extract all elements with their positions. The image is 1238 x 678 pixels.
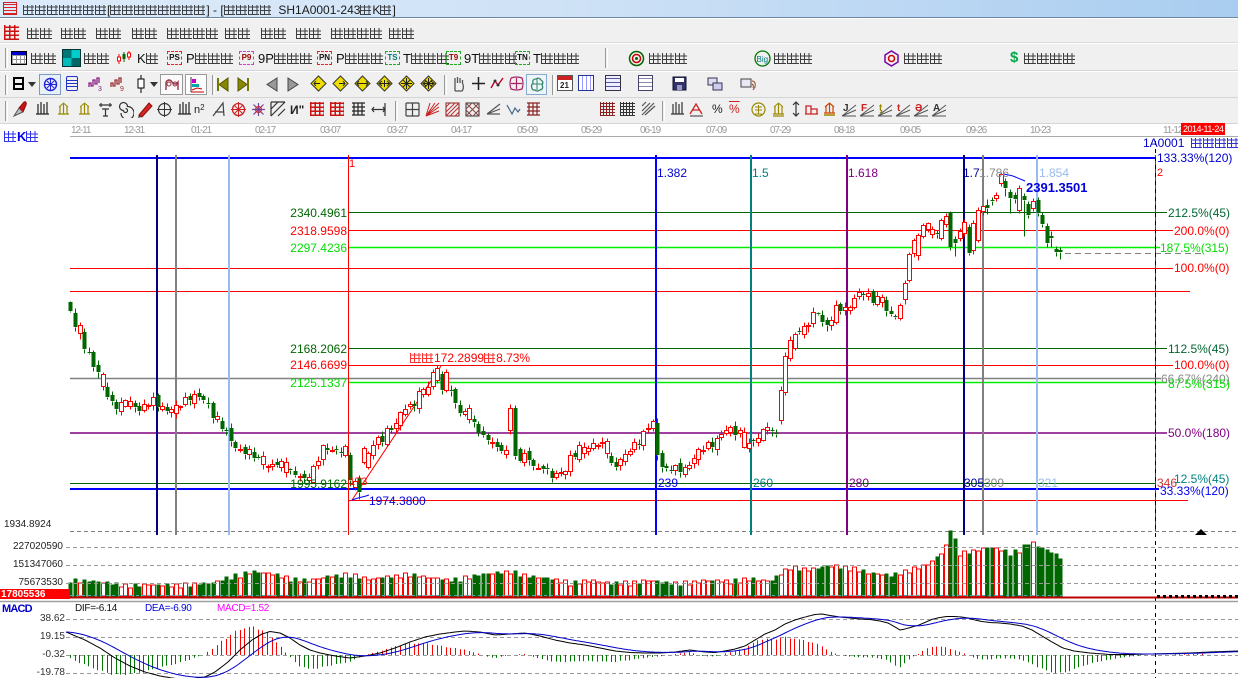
- svg-text:9: 9: [120, 86, 124, 92]
- svg-text:3: 3: [98, 86, 102, 92]
- svg-text:J: J: [843, 103, 849, 114]
- svg-text:F: F: [861, 103, 867, 114]
- svg-text:Big: Big: [757, 55, 769, 64]
- svg-text:Ə: Ə: [915, 103, 922, 114]
- svg-text:А: А: [933, 103, 940, 114]
